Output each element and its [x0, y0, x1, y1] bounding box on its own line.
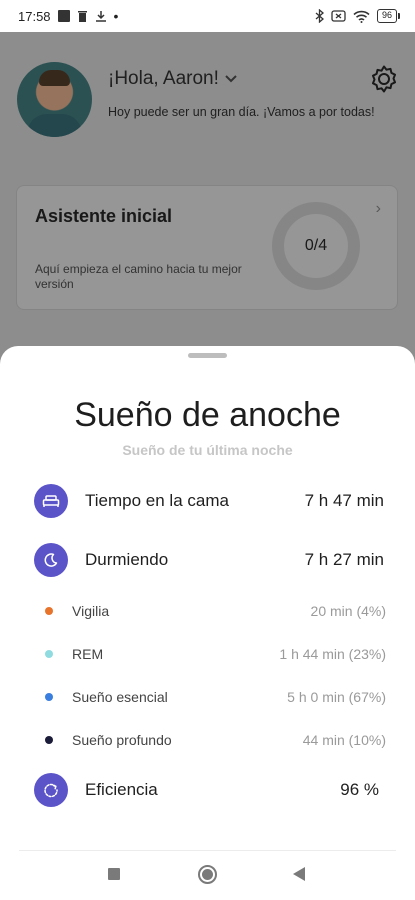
- notification-icon: [57, 10, 70, 22]
- stage-label: Sueño profundo: [72, 732, 172, 748]
- sheet-title: Sueño de anoche: [74, 396, 341, 434]
- recents-button[interactable]: [108, 868, 120, 880]
- stage-value: 5 h 0 min (67%): [287, 689, 386, 705]
- time-in-bed-label: Tiempo en la cama: [85, 491, 229, 510]
- trash-icon: [77, 11, 87, 22]
- stage-value: 20 min (4%): [310, 603, 386, 619]
- sleep-bottom-sheet: Sueño de anoche Sueño de tu última noche…: [0, 346, 415, 900]
- efficiency-value: 96 %: [340, 780, 379, 799]
- sheet-drag-handle[interactable]: [188, 353, 227, 358]
- back-button[interactable]: [293, 867, 305, 881]
- rem-dot: [45, 650, 53, 658]
- efficiency-label: Eficiencia: [85, 780, 158, 799]
- core-dot: [45, 693, 53, 701]
- sleeping-value: 7 h 27 min: [304, 550, 384, 569]
- sheet-subtitle: Sueño de tu última noche: [122, 442, 293, 458]
- sleeping-label: Durmiendo: [85, 550, 169, 569]
- stage-value: 1 h 44 min (23%): [279, 646, 386, 662]
- status-time: 17:58: [18, 8, 51, 24]
- system-nav-bar: [0, 851, 415, 900]
- wifi-icon: [353, 10, 370, 23]
- deep-dot: [45, 736, 53, 744]
- moon-icon: [34, 543, 68, 577]
- stage-row-core: Sueño esencial 5 h 0 min (67%): [45, 687, 386, 707]
- stage-label: REM: [72, 646, 104, 662]
- stage-row-rem: REM 1 h 44 min (23%): [45, 644, 386, 664]
- stage-value: 44 min (10%): [302, 732, 386, 748]
- time-in-bed-value: 7 h 47 min: [304, 491, 384, 510]
- bed-icon: [34, 484, 68, 518]
- efficiency-row: Eficiencia 96 %: [34, 773, 384, 807]
- stage-label: Sueño esencial: [72, 689, 168, 705]
- sleeping-row: Durmiendo 7 h 27 min: [34, 543, 384, 577]
- efficiency-icon: [34, 773, 68, 807]
- status-bar: 17:58 • 96: [0, 0, 415, 32]
- bluetooth-icon: [315, 9, 324, 23]
- more-notifications-icon: •: [113, 8, 119, 24]
- awake-dot: [45, 607, 53, 615]
- stage-row-deep: Sueño profundo 44 min (10%): [45, 730, 386, 750]
- battery-icon: 96: [376, 9, 401, 23]
- download-icon: [95, 11, 106, 22]
- time-in-bed-row: Tiempo en la cama 7 h 47 min: [34, 484, 384, 518]
- home-button[interactable]: [198, 865, 217, 884]
- no-sim-icon: [331, 10, 346, 22]
- stage-row-awake: Vigilia 20 min (4%): [45, 601, 386, 621]
- stage-label: Vigilia: [72, 603, 110, 619]
